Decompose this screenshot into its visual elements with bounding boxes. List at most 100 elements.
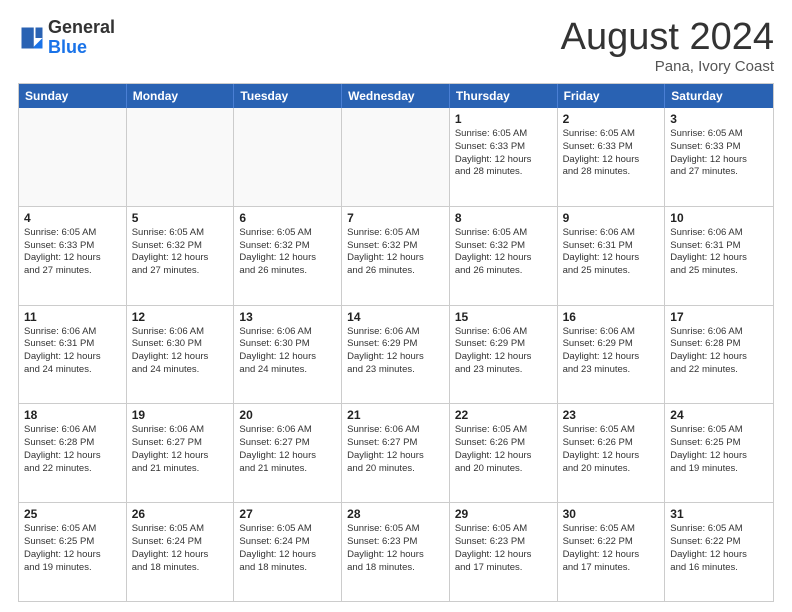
calendar-cell: 17 Sunrise: 6:06 AM Sunset: 6:28 PM Dayli… — [665, 306, 773, 404]
location: Pana, Ivory Coast — [561, 58, 774, 75]
cell-info: Sunrise: 6:05 AM Sunset: 6:24 PM Dayligh… — [132, 523, 229, 574]
day-number: 25 — [24, 507, 121, 521]
calendar-body: 1Sunrise: 6:05 AM Sunset: 6:33 PM Daylig… — [19, 108, 773, 601]
cell-info: Sunrise: 6:05 AM Sunset: 6:24 PM Dayligh… — [239, 523, 336, 574]
calendar-cell: 3 Sunrise: 6:05 AM Sunset: 6:33 PM Daylig… — [665, 108, 773, 206]
calendar-cell: 23Sunrise: 6:05 AM Sunset: 6:26 PM Dayli… — [558, 404, 666, 502]
cell-info: Sunrise: 6:06 AM Sunset: 6:28 PM Dayligh… — [670, 326, 768, 377]
calendar-header: SundayMondayTuesdayWednesdayThursdayFrid… — [19, 84, 773, 108]
cell-info: Sunrise: 6:05 AM Sunset: 6:32 PM Dayligh… — [239, 227, 336, 278]
cell-info: Sunrise: 6:05 AM Sunset: 6:33 PM Dayligh… — [670, 128, 768, 179]
day-number: 26 — [132, 507, 229, 521]
day-name-thursday: Thursday — [450, 84, 558, 108]
calendar-cell — [19, 108, 127, 206]
logo-general: General — [48, 17, 115, 37]
day-number: 3 — [670, 112, 768, 126]
day-name-wednesday: Wednesday — [342, 84, 450, 108]
day-number: 24 — [670, 408, 768, 422]
calendar-cell: 10 Sunrise: 6:06 AM Sunset: 6:31 PM Dayli… — [665, 207, 773, 305]
week-row-3: 18 Sunrise: 6:06 AM Sunset: 6:28 PM Dayli… — [19, 403, 773, 502]
day-number: 8 — [455, 211, 552, 225]
week-row-0: 1Sunrise: 6:05 AM Sunset: 6:33 PM Daylig… — [19, 108, 773, 206]
day-name-tuesday: Tuesday — [234, 84, 342, 108]
calendar-cell: 2 Sunrise: 6:05 AM Sunset: 6:33 PM Daylig… — [558, 108, 666, 206]
logo-icon — [18, 24, 46, 52]
calendar-cell: 27Sunrise: 6:05 AM Sunset: 6:24 PM Dayli… — [234, 503, 342, 601]
day-number: 14 — [347, 310, 444, 324]
day-number: 5 — [132, 211, 229, 225]
day-number: 7 — [347, 211, 444, 225]
calendar-cell: 21Sunrise: 6:06 AM Sunset: 6:27 PM Dayli… — [342, 404, 450, 502]
day-number: 18 — [24, 408, 121, 422]
day-number: 16 — [563, 310, 660, 324]
day-name-sunday: Sunday — [19, 84, 127, 108]
day-number: 22 — [455, 408, 552, 422]
day-number: 10 — [670, 211, 768, 225]
calendar-cell: 12Sunrise: 6:06 AM Sunset: 6:30 PM Dayli… — [127, 306, 235, 404]
day-number: 6 — [239, 211, 336, 225]
day-number: 23 — [563, 408, 660, 422]
day-number: 17 — [670, 310, 768, 324]
cell-info: Sunrise: 6:05 AM Sunset: 6:23 PM Dayligh… — [455, 523, 552, 574]
cell-info: Sunrise: 6:05 AM Sunset: 6:25 PM Dayligh… — [24, 523, 121, 574]
calendar-cell: 6 Sunrise: 6:05 AM Sunset: 6:32 PM Daylig… — [234, 207, 342, 305]
day-number: 29 — [455, 507, 552, 521]
week-row-2: 11Sunrise: 6:06 AM Sunset: 6:31 PM Dayli… — [19, 305, 773, 404]
cell-info: Sunrise: 6:06 AM Sunset: 6:31 PM Dayligh… — [670, 227, 768, 278]
cell-info: Sunrise: 6:06 AM Sunset: 6:27 PM Dayligh… — [347, 424, 444, 475]
month-title: August 2024 — [561, 18, 774, 56]
calendar-cell — [342, 108, 450, 206]
cell-info: Sunrise: 6:05 AM Sunset: 6:22 PM Dayligh… — [563, 523, 660, 574]
page: General Blue August 2024 Pana, Ivory Coa… — [0, 0, 792, 612]
cell-info: Sunrise: 6:06 AM Sunset: 6:29 PM Dayligh… — [563, 326, 660, 377]
calendar-cell: 4 Sunrise: 6:05 AM Sunset: 6:33 PM Daylig… — [19, 207, 127, 305]
calendar-cell: 13Sunrise: 6:06 AM Sunset: 6:30 PM Dayli… — [234, 306, 342, 404]
calendar-cell: 19Sunrise: 6:06 AM Sunset: 6:27 PM Dayli… — [127, 404, 235, 502]
cell-info: Sunrise: 6:05 AM Sunset: 6:23 PM Dayligh… — [347, 523, 444, 574]
cell-info: Sunrise: 6:05 AM Sunset: 6:32 PM Dayligh… — [347, 227, 444, 278]
day-number: 30 — [563, 507, 660, 521]
cell-info: Sunrise: 6:05 AM Sunset: 6:33 PM Dayligh… — [24, 227, 121, 278]
day-number: 2 — [563, 112, 660, 126]
logo: General Blue — [18, 18, 115, 58]
calendar-cell — [127, 108, 235, 206]
calendar: SundayMondayTuesdayWednesdayThursdayFrid… — [18, 83, 774, 602]
day-number: 28 — [347, 507, 444, 521]
calendar-cell: 26 Sunrise: 6:05 AM Sunset: 6:24 PM Dayli… — [127, 503, 235, 601]
week-row-1: 4 Sunrise: 6:05 AM Sunset: 6:33 PM Daylig… — [19, 206, 773, 305]
calendar-cell: 5 Sunrise: 6:05 AM Sunset: 6:32 PM Daylig… — [127, 207, 235, 305]
cell-info: Sunrise: 6:06 AM Sunset: 6:27 PM Dayligh… — [239, 424, 336, 475]
calendar-cell: 15Sunrise: 6:06 AM Sunset: 6:29 PM Dayli… — [450, 306, 558, 404]
header: General Blue August 2024 Pana, Ivory Coa… — [18, 18, 774, 75]
cell-info: Sunrise: 6:06 AM Sunset: 6:29 PM Dayligh… — [455, 326, 552, 377]
calendar-cell: 1Sunrise: 6:05 AM Sunset: 6:33 PM Daylig… — [450, 108, 558, 206]
day-name-friday: Friday — [558, 84, 666, 108]
cell-info: Sunrise: 6:05 AM Sunset: 6:22 PM Dayligh… — [670, 523, 768, 574]
cell-info: Sunrise: 6:06 AM Sunset: 6:31 PM Dayligh… — [563, 227, 660, 278]
cell-info: Sunrise: 6:05 AM Sunset: 6:32 PM Dayligh… — [455, 227, 552, 278]
cell-info: Sunrise: 6:05 AM Sunset: 6:25 PM Dayligh… — [670, 424, 768, 475]
day-number: 13 — [239, 310, 336, 324]
cell-info: Sunrise: 6:06 AM Sunset: 6:29 PM Dayligh… — [347, 326, 444, 377]
day-number: 9 — [563, 211, 660, 225]
logo-text: General Blue — [48, 18, 115, 58]
calendar-cell: 24 Sunrise: 6:05 AM Sunset: 6:25 PM Dayli… — [665, 404, 773, 502]
calendar-cell: 11Sunrise: 6:06 AM Sunset: 6:31 PM Dayli… — [19, 306, 127, 404]
cell-info: Sunrise: 6:06 AM Sunset: 6:27 PM Dayligh… — [132, 424, 229, 475]
calendar-cell — [234, 108, 342, 206]
cell-info: Sunrise: 6:05 AM Sunset: 6:33 PM Dayligh… — [563, 128, 660, 179]
calendar-cell: 25 Sunrise: 6:05 AM Sunset: 6:25 PM Dayli… — [19, 503, 127, 601]
calendar-cell: 22 Sunrise: 6:05 AM Sunset: 6:26 PM Dayli… — [450, 404, 558, 502]
calendar-cell: 9 Sunrise: 6:06 AM Sunset: 6:31 PM Daylig… — [558, 207, 666, 305]
calendar-cell: 31 Sunrise: 6:05 AM Sunset: 6:22 PM Dayli… — [665, 503, 773, 601]
day-number: 4 — [24, 211, 121, 225]
calendar-cell: 20Sunrise: 6:06 AM Sunset: 6:27 PM Dayli… — [234, 404, 342, 502]
cell-info: Sunrise: 6:06 AM Sunset: 6:28 PM Dayligh… — [24, 424, 121, 475]
day-name-monday: Monday — [127, 84, 235, 108]
day-number: 31 — [670, 507, 768, 521]
calendar-cell: 7 Sunrise: 6:05 AM Sunset: 6:32 PM Daylig… — [342, 207, 450, 305]
cell-info: Sunrise: 6:05 AM Sunset: 6:32 PM Dayligh… — [132, 227, 229, 278]
calendar-cell: 30 Sunrise: 6:05 AM Sunset: 6:22 PM Dayli… — [558, 503, 666, 601]
calendar-cell: 8 Sunrise: 6:05 AM Sunset: 6:32 PM Daylig… — [450, 207, 558, 305]
cell-info: Sunrise: 6:05 AM Sunset: 6:26 PM Dayligh… — [455, 424, 552, 475]
